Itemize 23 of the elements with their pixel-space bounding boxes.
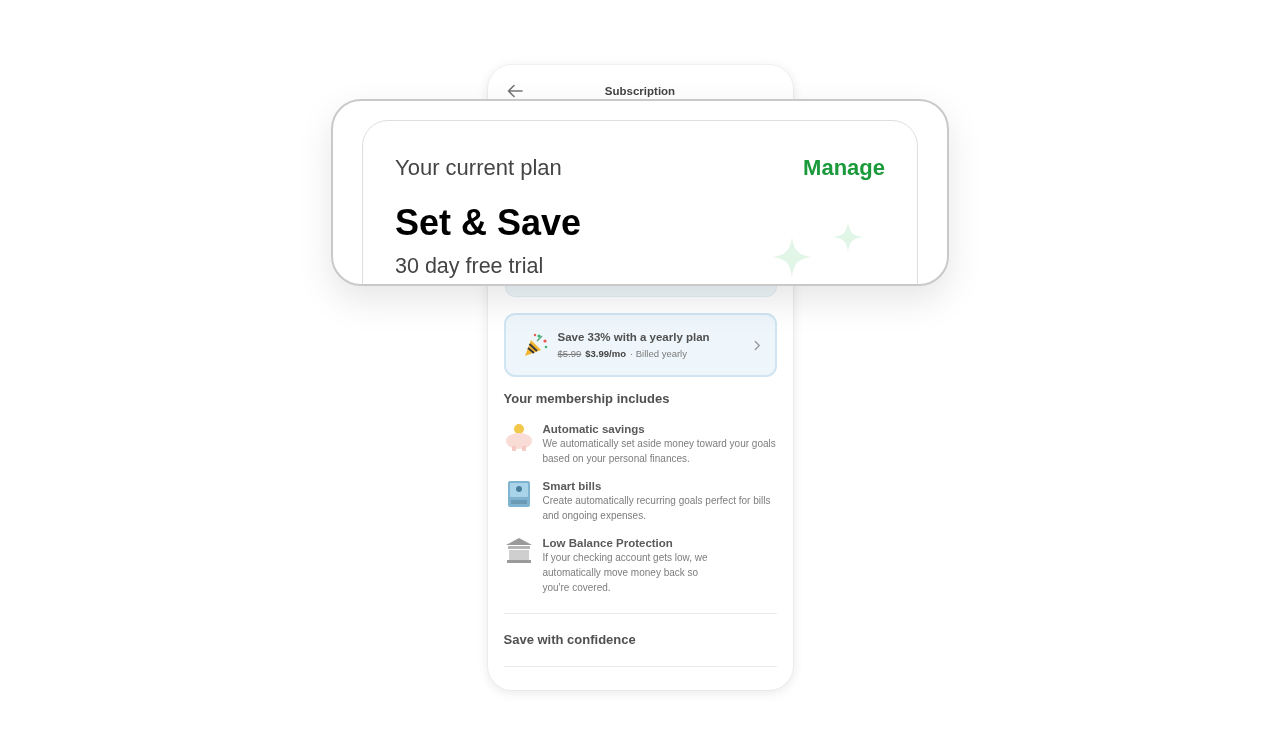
section-title: Your membership includes [503,391,670,407]
feature-description: If your checking account gets low, we automatically move money back so you're covered. [542,551,709,595]
plan-label: Your current plan [395,155,562,181]
billing-note: · Billed yearly [629,348,687,359]
screen-title: Subscription [604,84,676,98]
feature-title: Automatic savings [542,422,645,436]
manage-link[interactable]: Manage [803,155,885,181]
sparkle-icon [772,237,812,277]
old-price: $5.99 [557,348,582,359]
chevron-right-icon [753,339,761,351]
section-title: Save with confidence [503,632,636,648]
feature-description: Create automatically recurring goals perfect for bills and ongoing expenses. [542,494,772,523]
price: $3.99/mo [585,348,626,359]
back-arrow-icon[interactable] [506,84,523,98]
feature-title: Smart bills [542,479,602,493]
feature-description: We automatically set aside money toward your goals based on your personal finances. [542,437,777,466]
plan-name: Set & Save [395,203,582,243]
offer-title: Save 33% with a yearly plan [557,331,711,343]
piggy-bank-icon [503,423,534,451]
yearly-plan-banner[interactable]: Save 33% with a yearly plan $5.99 $3.99/mo · Billed yearly [503,313,777,377]
trial-text: 30 day free trial [395,254,544,279]
sparkle-icon [833,222,863,252]
feature-title: Low Balance Protection [542,536,673,550]
